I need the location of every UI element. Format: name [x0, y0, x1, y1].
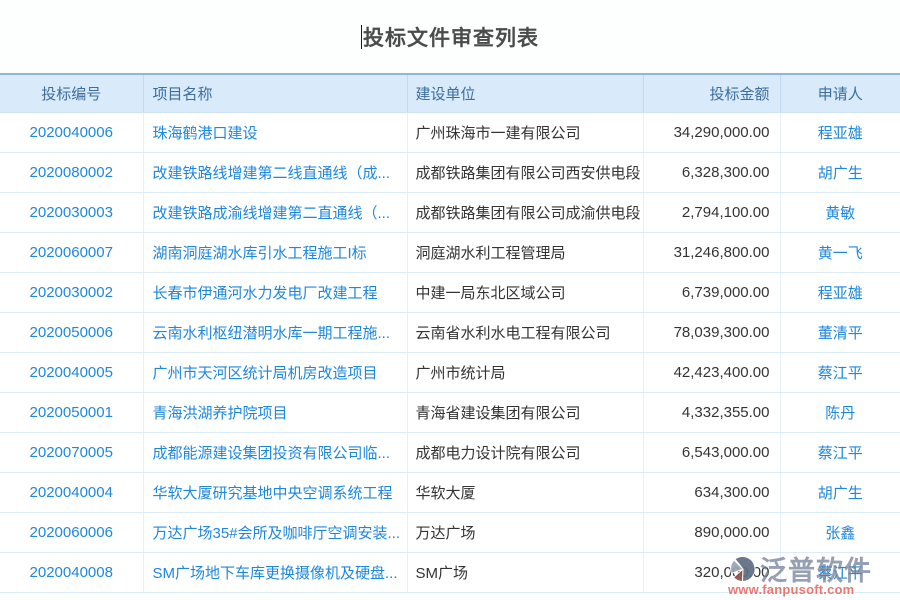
project-cell[interactable]: SM广场地下车库更换摄像机及硬盘... — [143, 552, 407, 592]
page-header: 投标文件审查列表 — [0, 0, 900, 73]
unit-cell: 洞庭湖水利工程管理局 — [407, 232, 643, 272]
project-cell[interactable]: 珠海鹤港口建设 — [143, 112, 407, 152]
project-cell[interactable]: 广州市天河区统计局机房改造项目 — [143, 352, 407, 392]
applicant-cell[interactable]: 张鑫 — [780, 512, 900, 552]
applicant-cell[interactable]: 陈丹 — [780, 392, 900, 432]
table-row: 2020030002长春市伊通河水力发电厂改建工程中建一局东北区域公司6,739… — [0, 272, 900, 312]
amount-cell: 320,000.00 — [643, 552, 780, 592]
bid-no-cell[interactable]: 2020050006 — [0, 312, 143, 352]
unit-cell: 华软大厦 — [407, 472, 643, 512]
amount-cell: 34,290,000.00 — [643, 112, 780, 152]
table-row: 2020060006万达广场35#会所及咖啡厅空调安装...万达广场890,00… — [0, 512, 900, 552]
bid-no-cell[interactable]: 2020030003 — [0, 192, 143, 232]
applicant-cell[interactable]: 黄敏 — [780, 192, 900, 232]
project-cell[interactable]: 湖南洞庭湖水库引水工程施工I标 — [143, 232, 407, 272]
page-title: 投标文件审查列表 — [363, 22, 539, 52]
project-cell[interactable]: 青海洪湖养护院项目 — [143, 392, 407, 432]
bid-no-cell[interactable]: 2020060006 — [0, 512, 143, 552]
amount-cell: 6,328,300.00 — [643, 152, 780, 192]
bid-no-cell[interactable]: 2020040008 — [0, 552, 143, 592]
unit-cell: 广州珠海市一建有限公司 — [407, 112, 643, 152]
amount-cell: 890,000.00 — [643, 512, 780, 552]
column-header-bid-no: 投标编号 — [0, 74, 143, 112]
column-header-applicant: 申请人 — [780, 74, 900, 112]
bid-no-cell[interactable]: 2020030002 — [0, 272, 143, 312]
bid-no-cell[interactable]: 2020040006 — [0, 112, 143, 152]
project-cell[interactable]: 长春市伊通河水力发电厂改建工程 — [143, 272, 407, 312]
unit-cell: 成都电力设计院有限公司 — [407, 432, 643, 472]
applicant-cell[interactable]: 胡广生 — [780, 152, 900, 192]
applicant-cell[interactable]: 蔡江平 — [780, 552, 900, 592]
applicant-cell[interactable]: 黄一飞 — [780, 232, 900, 272]
table-row: 2020060007湖南洞庭湖水库引水工程施工I标洞庭湖水利工程管理局31,24… — [0, 232, 900, 272]
project-cell[interactable]: 改建铁路线增建第二线直通线（成... — [143, 152, 407, 192]
table-body: 2020040006珠海鹤港口建设广州珠海市一建有限公司34,290,000.0… — [0, 112, 900, 592]
bid-no-cell[interactable]: 2020040004 — [0, 472, 143, 512]
bid-no-cell[interactable]: 2020070005 — [0, 432, 143, 472]
amount-cell: 6,543,000.00 — [643, 432, 780, 472]
bid-review-table: 投标编号项目名称建设单位投标金额申请人 2020040006珠海鹤港口建设广州珠… — [0, 73, 900, 593]
unit-cell: SM广场 — [407, 552, 643, 592]
amount-cell: 4,332,355.00 — [643, 392, 780, 432]
unit-cell: 成都铁路集团有限公司西安供电段 — [407, 152, 643, 192]
column-header-unit: 建设单位 — [407, 74, 643, 112]
unit-cell: 万达广场 — [407, 512, 643, 552]
table-row: 2020080002改建铁路线增建第二线直通线（成...成都铁路集团有限公司西安… — [0, 152, 900, 192]
table-row: 2020040005广州市天河区统计局机房改造项目广州市统计局42,423,40… — [0, 352, 900, 392]
bid-no-cell[interactable]: 2020050001 — [0, 392, 143, 432]
unit-cell: 云南省水利水电工程有限公司 — [407, 312, 643, 352]
table-row: 2020040006珠海鹤港口建设广州珠海市一建有限公司34,290,000.0… — [0, 112, 900, 152]
amount-cell: 42,423,400.00 — [643, 352, 780, 392]
applicant-cell[interactable]: 程亚雄 — [780, 112, 900, 152]
table-row: 2020040004华软大厦研究基地中央空调系统工程华软大厦634,300.00… — [0, 472, 900, 512]
project-cell[interactable]: 万达广场35#会所及咖啡厅空调安装... — [143, 512, 407, 552]
amount-cell: 634,300.00 — [643, 472, 780, 512]
table-row: 2020050001青海洪湖养护院项目青海省建设集团有限公司4,332,355.… — [0, 392, 900, 432]
unit-cell: 成都铁路集团有限公司成渝供电段 — [407, 192, 643, 232]
table-header: 投标编号项目名称建设单位投标金额申请人 — [0, 74, 900, 112]
applicant-cell[interactable]: 蔡江平 — [780, 352, 900, 392]
amount-cell: 78,039,300.00 — [643, 312, 780, 352]
amount-cell: 6,739,000.00 — [643, 272, 780, 312]
project-cell[interactable]: 华软大厦研究基地中央空调系统工程 — [143, 472, 407, 512]
unit-cell: 青海省建设集团有限公司 — [407, 392, 643, 432]
applicant-cell[interactable]: 董清平 — [780, 312, 900, 352]
table-row: 2020070005成都能源建设集团投资有限公司临...成都电力设计院有限公司6… — [0, 432, 900, 472]
project-cell[interactable]: 云南水利枢纽潜明水库一期工程施... — [143, 312, 407, 352]
table-row: 2020050006云南水利枢纽潜明水库一期工程施...云南省水利水电工程有限公… — [0, 312, 900, 352]
applicant-cell[interactable]: 蔡江平 — [780, 432, 900, 472]
column-header-project: 项目名称 — [143, 74, 407, 112]
bid-no-cell[interactable]: 2020080002 — [0, 152, 143, 192]
applicant-cell[interactable]: 胡广生 — [780, 472, 900, 512]
applicant-cell[interactable]: 程亚雄 — [780, 272, 900, 312]
unit-cell: 中建一局东北区域公司 — [407, 272, 643, 312]
project-cell[interactable]: 改建铁路成渝线增建第二直通线（... — [143, 192, 407, 232]
column-header-amount: 投标金额 — [643, 74, 780, 112]
bid-no-cell[interactable]: 2020060007 — [0, 232, 143, 272]
table-row: 2020030003改建铁路成渝线增建第二直通线（...成都铁路集团有限公司成渝… — [0, 192, 900, 232]
table-row: 2020040008SM广场地下车库更换摄像机及硬盘...SM广场320,000… — [0, 552, 900, 592]
project-cell[interactable]: 成都能源建设集团投资有限公司临... — [143, 432, 407, 472]
amount-cell: 2,794,100.00 — [643, 192, 780, 232]
bid-no-cell[interactable]: 2020040005 — [0, 352, 143, 392]
unit-cell: 广州市统计局 — [407, 352, 643, 392]
amount-cell: 31,246,800.00 — [643, 232, 780, 272]
table-header-row: 投标编号项目名称建设单位投标金额申请人 — [0, 74, 900, 112]
text-cursor — [361, 25, 362, 49]
